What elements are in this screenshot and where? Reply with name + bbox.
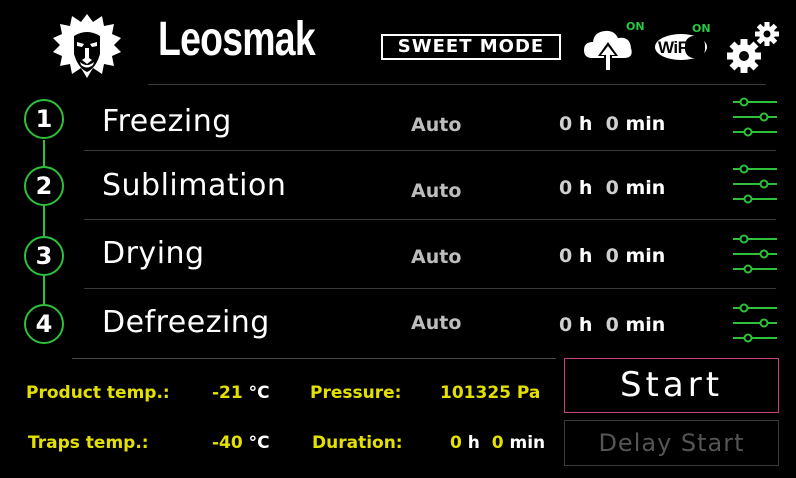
delay-start-button[interactable]: Delay Start [564,420,779,466]
traps-temp-label: Traps temp.: [28,433,149,453]
duration-hours: 0 [450,433,462,453]
cloud-status: ON [626,20,645,33]
duration-minutes: 0 [491,433,504,453]
step-duration[interactable]: 0 h 0 min [559,115,665,134]
product-temp-number: -21 [212,383,243,403]
step-settings-sliders-icon[interactable] [732,302,778,344]
start-button[interactable]: Start [564,358,779,413]
step-duration[interactable]: 0 h 0 min [559,247,665,266]
wifi-label: WiFi [658,38,692,57]
hours-value: 0 [559,113,573,135]
step-number-circle: 3 [24,236,64,276]
step-name[interactable]: Defreezing [102,308,270,338]
step-number-circle: 4 [24,304,64,344]
duration-value: 0 h 0 min [450,435,545,452]
step-duration[interactable]: 0 h 0 min [559,316,665,335]
wifi-status: ON [692,22,711,35]
pressure-number: 101325 [440,383,511,403]
minutes-unit: min [625,177,666,199]
status-divider [72,358,556,359]
step-divider [84,219,776,220]
brand-title: Leosmak [158,13,316,66]
header-divider [148,84,766,85]
step-name[interactable]: Sublimation [102,171,286,201]
step-mode[interactable]: Auto [411,314,461,333]
step-mode[interactable]: Auto [411,182,461,201]
pressure-value: 101325 Pa [440,385,540,402]
step-duration[interactable]: 0 h 0 min [559,179,665,198]
hours-unit: h [578,314,593,336]
wifi-icon[interactable]: WiFi [654,32,708,62]
step-name[interactable]: Freezing [102,107,232,137]
step-divider [84,288,776,289]
step-mode[interactable]: Auto [411,248,461,267]
minutes-value: 0 [605,245,619,267]
step-connector [43,206,45,236]
pressure-label: Pressure: [310,383,402,403]
minutes-unit: min [625,314,666,336]
mode-badge[interactable]: SWEET MODE [381,34,561,60]
product-temp-unit: °C [248,383,270,403]
minutes-value: 0 [605,177,619,199]
step-connector [43,276,45,304]
hours-value: 0 [559,245,573,267]
duration-label: Duration: [312,433,403,453]
hours-unit: h [578,177,593,199]
traps-temp-unit: °C [248,433,270,453]
step-number-circle: 2 [24,166,64,206]
minutes-unit: min [625,113,666,135]
minutes-value: 0 [605,113,619,135]
product-temp-label: Product temp.: [26,383,170,403]
lion-logo-icon [53,14,121,78]
traps-temp-number: -40 [212,433,243,453]
step-number-circle: 1 [24,99,64,139]
duration-hours-unit: h [467,433,480,453]
step-settings-sliders-icon[interactable] [732,163,778,205]
settings-gear-icon[interactable] [726,20,782,74]
hours-value: 0 [559,177,573,199]
step-settings-sliders-icon[interactable] [732,233,778,275]
duration-minutes-unit: min [509,433,546,453]
step-divider [84,150,776,151]
hours-unit: h [578,245,593,267]
hours-value: 0 [559,314,573,336]
minutes-value: 0 [605,314,619,336]
pressure-unit: Pa [516,383,541,403]
step-mode[interactable]: Auto [411,116,461,135]
product-temp-value: -21 °C [212,385,270,402]
traps-temp-value: -40 °C [212,435,270,452]
step-name[interactable]: Drying [102,239,205,269]
step-settings-sliders-icon[interactable] [732,96,778,138]
minutes-unit: min [625,245,666,267]
step-connector [43,140,45,166]
hours-unit: h [578,113,593,135]
